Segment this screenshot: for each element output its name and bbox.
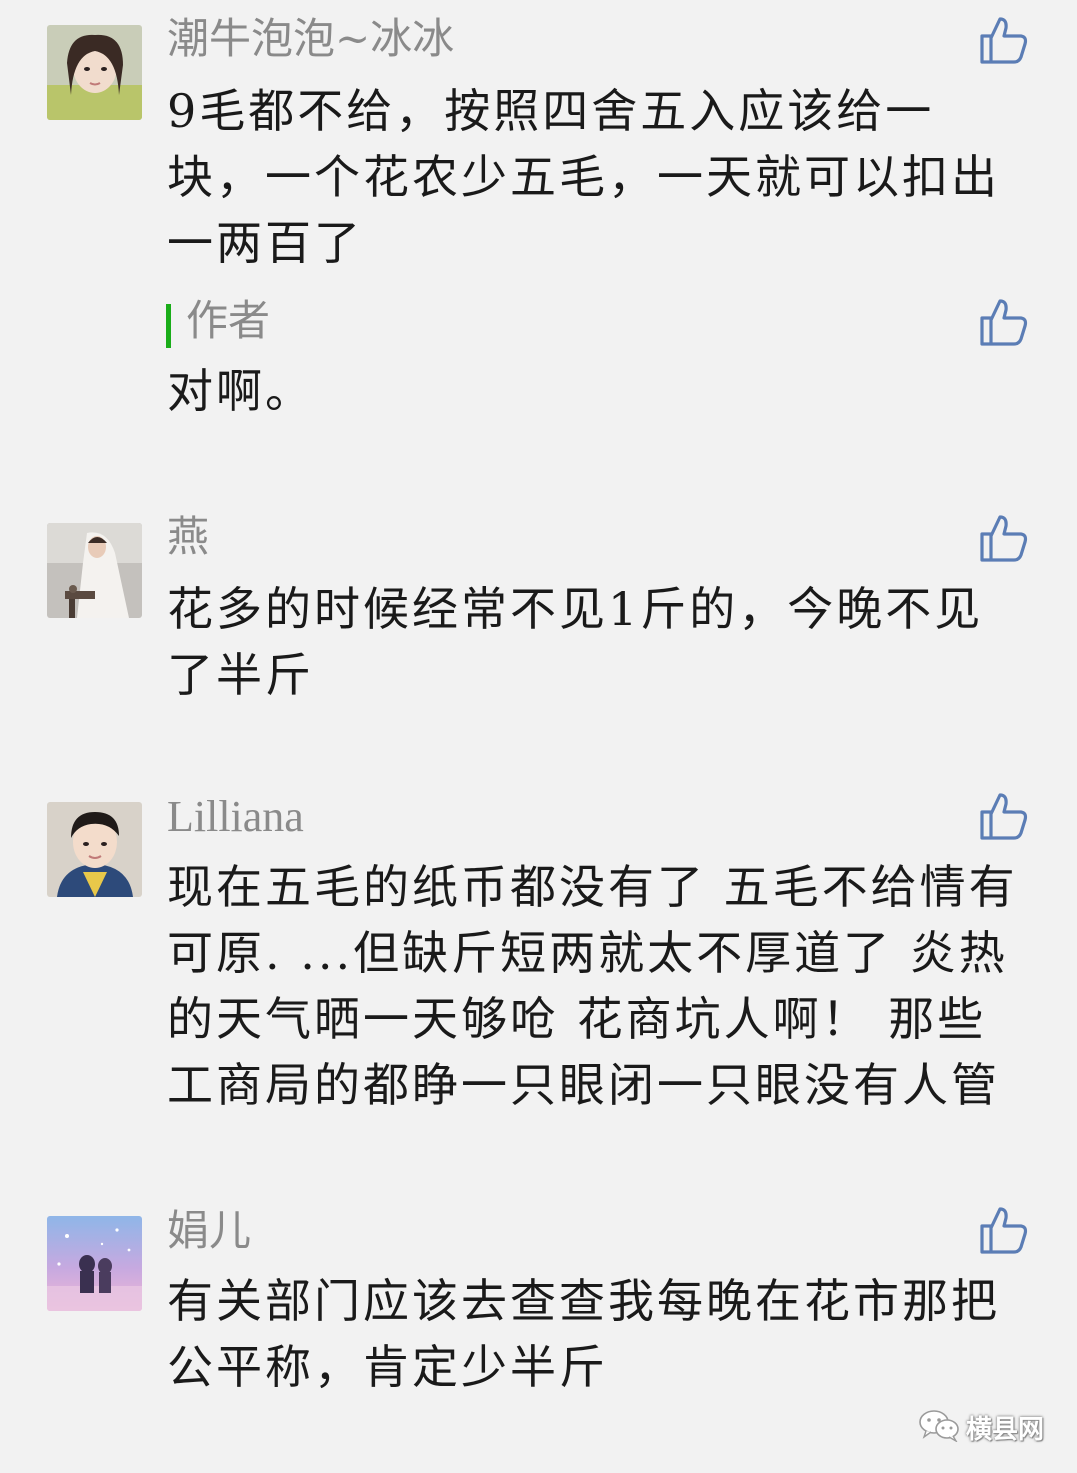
avatar[interactable] [47, 25, 142, 120]
comment-nickname[interactable]: 潮牛泡泡~冰冰 [167, 14, 454, 64]
thumbs-up-icon[interactable] [978, 1204, 1030, 1256]
author-reply-marker [166, 304, 171, 348]
comment-text: 现在五毛的纸币都没有了 五毛不给情有可原. ...但缺斤短两就太不厚道了 炎热的… [167, 860, 1018, 1112]
wechat-icon [918, 1408, 960, 1446]
thumbs-up-icon[interactable] [978, 790, 1030, 842]
thumbs-up-icon[interactable] [978, 512, 1030, 564]
thumbs-up-icon[interactable] [978, 14, 1030, 66]
author-reply-text: 对啊。 [167, 364, 314, 418]
avatar[interactable] [47, 1216, 142, 1311]
avatar[interactable] [47, 523, 142, 618]
comment-nickname[interactable]: 娟儿 [167, 1206, 251, 1256]
avatar[interactable] [47, 802, 142, 897]
watermark-text: 横县网 [966, 1414, 1045, 1445]
comment-nickname[interactable]: 燕 [167, 512, 209, 562]
comment-item: 潮牛泡泡~冰冰 9毛都不给，按照四舍五入应该给一块，一个花农少五毛，一天就可以扣… [0, 0, 1077, 480]
watermark: 横县网 [918, 1405, 1044, 1449]
comment-text: 有关部门应该去查查我每晚在花市那把公平称，肯定少半斤 [167, 1274, 1000, 1394]
thumbs-up-icon[interactable] [978, 296, 1030, 348]
comment-text: 花多的时候经常不见1斤的，今晚不见了半斤 [167, 582, 984, 702]
author-reply-label: 作者 [186, 296, 271, 345]
comment-nickname[interactable]: Lilliana [167, 792, 304, 842]
comment-text: 9毛都不给，按照四舍五入应该给一块，一个花农少五毛，一天就可以扣出一两百了 [167, 84, 1000, 270]
